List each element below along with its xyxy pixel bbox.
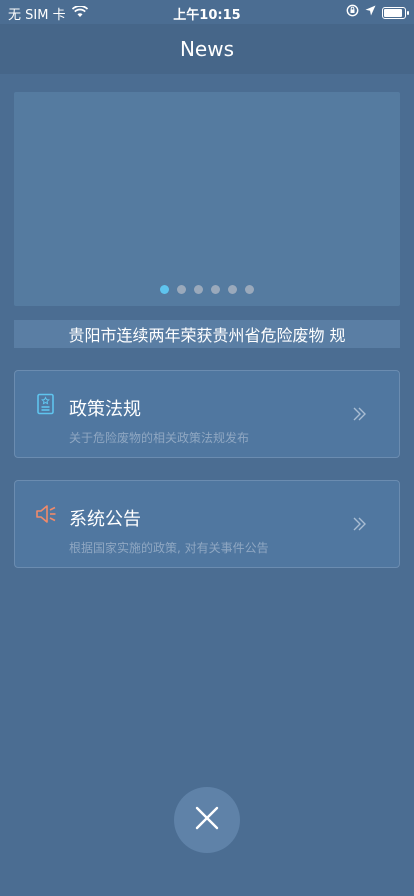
- nav-bar: News: [0, 24, 414, 74]
- card-subtitle: 关于危险废物的相关政策法规发布: [69, 431, 250, 445]
- carousel-dot[interactable]: [194, 285, 203, 294]
- carousel-dot[interactable]: [228, 285, 237, 294]
- status-bar: 无 SIM 卡 上午10:15: [0, 0, 414, 24]
- double-chevron-right-icon: [351, 515, 369, 533]
- document-icon: [35, 393, 57, 415]
- orientation-lock-icon: [346, 4, 359, 21]
- battery-icon: [382, 6, 409, 19]
- system-announcement-card[interactable]: 系统公告 根据国家实施的政策, 对有关事件公告: [14, 480, 400, 568]
- double-chevron-right-icon: [351, 405, 369, 423]
- close-button[interactable]: [174, 787, 240, 853]
- speaker-icon: [35, 503, 57, 525]
- card-title: 政策法规: [69, 399, 141, 420]
- carousel-dot[interactable]: [177, 285, 186, 294]
- banner-carousel[interactable]: [14, 92, 400, 306]
- news-ticker[interactable]: 贵阳市连续两年荣获贵州省危险废物 规: [14, 320, 400, 348]
- policy-regulations-card[interactable]: 政策法规 关于危险废物的相关政策法规发布: [14, 370, 400, 458]
- close-icon: [194, 805, 220, 835]
- page-title: News: [179, 37, 235, 61]
- location-arrow-icon: [365, 5, 376, 20]
- carousel-dot[interactable]: [245, 285, 254, 294]
- card-subtitle: 根据国家实施的政策, 对有关事件公告: [69, 541, 269, 555]
- carousel-dots: [14, 285, 400, 294]
- carousel-dot[interactable]: [211, 285, 220, 294]
- card-title: 系统公告: [69, 509, 141, 530]
- carousel-dot[interactable]: [160, 285, 169, 294]
- battery-fill: [384, 8, 403, 17]
- status-right: [346, 4, 409, 21]
